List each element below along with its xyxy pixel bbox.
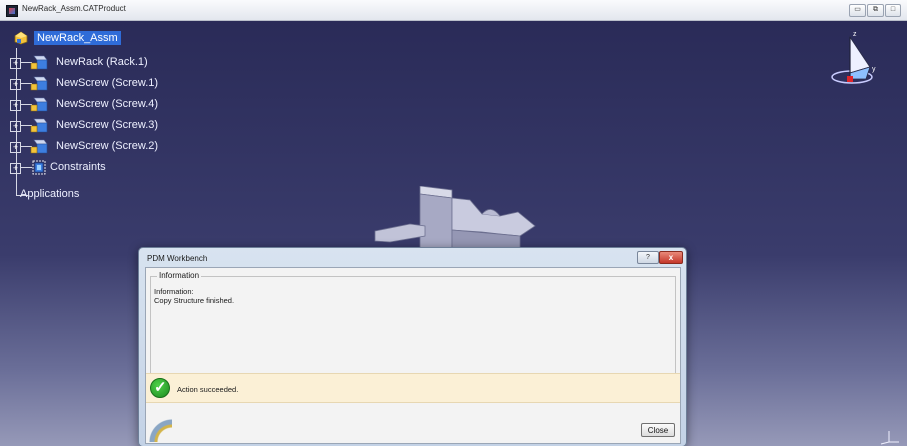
part-icon [30,118,48,133]
product-icon [14,31,28,45]
tree-item-label: NewScrew (Screw.4) [56,98,159,110]
information-message: Information: Copy Structure finished. [154,287,235,305]
window-title: NewRack_Assm.CATProduct [22,4,126,13]
close-button[interactable]: Close [641,423,675,437]
status-bar: Action succeeded. [146,373,680,403]
tree-root-label[interactable]: NewRack_Assm [34,31,121,45]
dialog-body: Information Information: Copy Structure … [145,267,681,444]
dialog-close-x-button[interactable]: x [659,251,683,264]
maximize-button[interactable]: □ [885,4,901,17]
pdm-workbench-dialog: PDM Workbench ? x Information Informatio… [138,247,687,446]
tree-item-applications[interactable]: Applications [20,188,79,200]
compass-icon[interactable]: z y [828,27,878,89]
catia-window: NewRack_Assm.CATProduct ▭ ⧉ □ NewRack_As… [0,0,907,446]
title-bar: NewRack_Assm.CATProduct ▭ ⧉ □ [0,0,907,21]
expand-icon[interactable]: + [10,79,21,90]
part-icon [30,55,48,70]
restore-button[interactable]: ⧉ [867,4,884,17]
constraints-icon [32,160,46,175]
axis-triad-icon [880,431,899,445]
compass-z-label: z [853,31,857,38]
success-check-icon [150,378,170,398]
expand-icon[interactable]: + [10,121,21,132]
tree-item-label: NewScrew (Screw.1) [56,77,159,89]
tree-item-label: NewRack (Rack.1) [56,56,148,68]
tree-item-label: NewScrew (Screw.2) [56,140,159,152]
tree-item-label: NewScrew (Screw.3) [56,119,159,131]
expand-icon[interactable]: + [10,163,21,174]
information-group: Information Information: Copy Structure … [150,271,676,381]
minimize-button[interactable]: ▭ [849,4,866,17]
expand-icon[interactable]: + [10,100,21,111]
part-icon [30,76,48,91]
part-icon [30,97,48,112]
compass-y-label: y [872,66,876,73]
help-button[interactable]: ? [637,251,659,264]
part-icon [30,139,48,154]
group-label: Information [157,271,202,280]
dialog-title: PDM Workbench [147,254,208,263]
catia-logo-icon [146,414,172,442]
expand-icon[interactable]: + [10,142,21,153]
catia-app-icon [6,5,18,17]
tree-connector [16,185,17,195]
3d-viewport[interactable]: NewRack_Assm + NewRack (Rack.1) + NewScr… [0,21,907,446]
expand-icon[interactable]: + [10,58,21,69]
tree-item-label: Constraints [50,161,106,173]
status-text: Action succeeded. [177,385,239,394]
